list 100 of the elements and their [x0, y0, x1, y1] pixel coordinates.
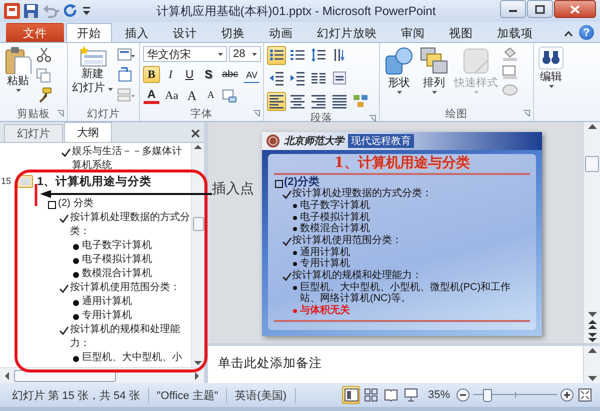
format-button[interactable]: AV [243, 66, 260, 83]
slider-thumb[interactable] [483, 389, 492, 402]
minimize-button[interactable] [500, 0, 526, 18]
clipboard-icon[interactable] [4, 46, 32, 74]
caret-icon[interactable] [432, 91, 436, 94]
outline-text[interactable]: 电子模拟计算机 [82, 253, 152, 267]
justify-icon[interactable] [330, 92, 349, 111]
fill-icon[interactable] [502, 47, 520, 61]
format-button[interactable]: abc [219, 66, 242, 83]
notes-field[interactable]: 单击此处添加备注 [208, 346, 583, 383]
slide-sorter-icon[interactable] [362, 386, 380, 404]
clear-formatting-icon[interactable] [221, 88, 238, 104]
caret-icon[interactable] [218, 52, 223, 56]
fit-to-window-icon[interactable] [578, 388, 592, 402]
outline-icon[interactable] [502, 65, 520, 79]
slide-thumbnail-icon[interactable] [17, 175, 33, 188]
change-case-button[interactable]: Aa [162, 87, 182, 104]
new-slide-button[interactable]: 新建 幻灯片 [71, 45, 114, 96]
reset-icon[interactable] [117, 67, 134, 83]
outline-text[interactable]: 专用计算机 [82, 309, 132, 323]
paste-button[interactable]: 粘贴 [3, 45, 33, 93]
scrollbar-thumb[interactable] [192, 217, 204, 231]
caret-icon[interactable] [16, 89, 20, 92]
outline-text[interactable]: (2) 分类 [58, 197, 94, 211]
format-button[interactable]: I [162, 66, 179, 83]
grow-font-button[interactable]: A [183, 87, 200, 104]
outline-text[interactable]: 巨型机、大中型机、小 [82, 351, 182, 365]
font-name-field[interactable]: 华文仿宋 [143, 46, 227, 62]
scroll-left-icon[interactable] [3, 372, 11, 380]
ribbon-tab[interactable]: 插入 [114, 23, 160, 42]
ribbon-tab[interactable]: 审阅 [390, 23, 436, 42]
align-right-icon[interactable] [309, 92, 328, 111]
dialog-launcher-icon[interactable] [57, 110, 64, 117]
ribbon-tab[interactable]: 文件 [6, 23, 64, 42]
next-slide-icon[interactable] [588, 331, 596, 343]
close-button[interactable] [554, 0, 596, 18]
scroll-up-icon[interactable] [588, 346, 596, 356]
caret-icon[interactable] [548, 85, 554, 88]
zoom-in-icon[interactable] [560, 388, 574, 402]
shapes-icon[interactable] [384, 46, 414, 76]
ribbon-tab[interactable]: 开始 [66, 23, 112, 42]
scroll-down-icon[interactable] [588, 309, 596, 319]
maximize-icon[interactable] [535, 4, 545, 14]
align-center-icon[interactable] [288, 92, 307, 111]
format-button[interactable]: U [181, 66, 198, 83]
shapes-button[interactable]: 形状 [383, 45, 415, 95]
save-icon[interactable] [24, 4, 38, 18]
bullets-icon[interactable] [267, 46, 286, 65]
dialog-launcher-icon[interactable] [253, 110, 260, 117]
scroll-right-icon[interactable] [193, 372, 201, 380]
outline-text[interactable]: 按计算机处理数据的方式分类： [70, 211, 191, 239]
pane-tab[interactable]: 幻灯片 [4, 124, 63, 142]
outline-text[interactable]: 按计算机的规模和处理能力： [70, 323, 191, 351]
new-slide-icon[interactable] [78, 46, 108, 67]
app-icon[interactable] [4, 3, 20, 19]
arrange-icon[interactable] [419, 46, 449, 76]
cut-icon[interactable] [36, 47, 52, 63]
font-size-field[interactable]: 28 [229, 46, 261, 62]
redo-icon[interactable] [64, 4, 78, 18]
font-color-button[interactable]: A [143, 87, 160, 104]
previous-slide-icon[interactable] [588, 319, 596, 331]
format-button[interactable]: S [200, 66, 217, 83]
ribbon-tab[interactable]: 设计 [162, 23, 208, 42]
scroll-down-icon[interactable] [588, 373, 596, 383]
outdent-icon[interactable] [267, 69, 286, 88]
dialog-launcher-icon[interactable] [523, 110, 530, 117]
format-button[interactable]: B [143, 66, 160, 83]
slideshow-icon[interactable] [402, 386, 420, 404]
outline-text[interactable]: 按计算机使用范围分类： [70, 281, 180, 295]
ribbon-tab[interactable]: 动画 [258, 23, 304, 42]
indent-icon[interactable] [288, 69, 307, 88]
outline-text[interactable]: 通用计算机 [82, 295, 132, 309]
ribbon-tab[interactable]: 切换 [210, 23, 256, 42]
zoom-level[interactable]: 35% [428, 389, 450, 401]
close-pane-icon[interactable] [191, 129, 200, 138]
collapse-ribbon-icon[interactable] [564, 31, 573, 37]
outline-text[interactable]: 娱乐与生活－－多媒体计算机系统 [72, 145, 191, 173]
ribbon-tab[interactable]: 幻灯片放映 [306, 23, 388, 42]
align-left-icon[interactable] [267, 92, 286, 111]
arrange-button[interactable]: 排列 [418, 45, 450, 95]
outline-text[interactable]: 数模混合计算机 [82, 267, 152, 281]
maximize-button[interactable] [527, 0, 553, 18]
binoculars-icon[interactable] [538, 46, 564, 70]
close-icon[interactable] [570, 4, 580, 14]
scroll-up-icon[interactable] [588, 122, 596, 132]
zoom-out-icon[interactable] [456, 388, 470, 402]
ribbon-tab[interactable]: 加载项 [486, 23, 544, 42]
caret-icon[interactable] [108, 88, 114, 91]
dialog-launcher-icon[interactable] [369, 115, 376, 122]
scrollbar-thumb[interactable] [585, 156, 599, 172]
ribbon-tab[interactable]: 视图 [438, 23, 484, 42]
normal-view-icon[interactable] [342, 386, 360, 404]
outline-text[interactable]: 电子数字计算机 [82, 239, 152, 253]
outline-title[interactable]: 1、计算机用途与分类 [37, 175, 152, 189]
layout-icon[interactable] [117, 47, 136, 63]
pane-tab[interactable]: 大纲 [64, 122, 112, 142]
caret-icon[interactable] [396, 91, 402, 94]
caret-icon[interactable] [252, 52, 257, 56]
shrink-font-button[interactable]: A [202, 87, 220, 104]
editing-button[interactable]: 编辑 [537, 45, 565, 89]
